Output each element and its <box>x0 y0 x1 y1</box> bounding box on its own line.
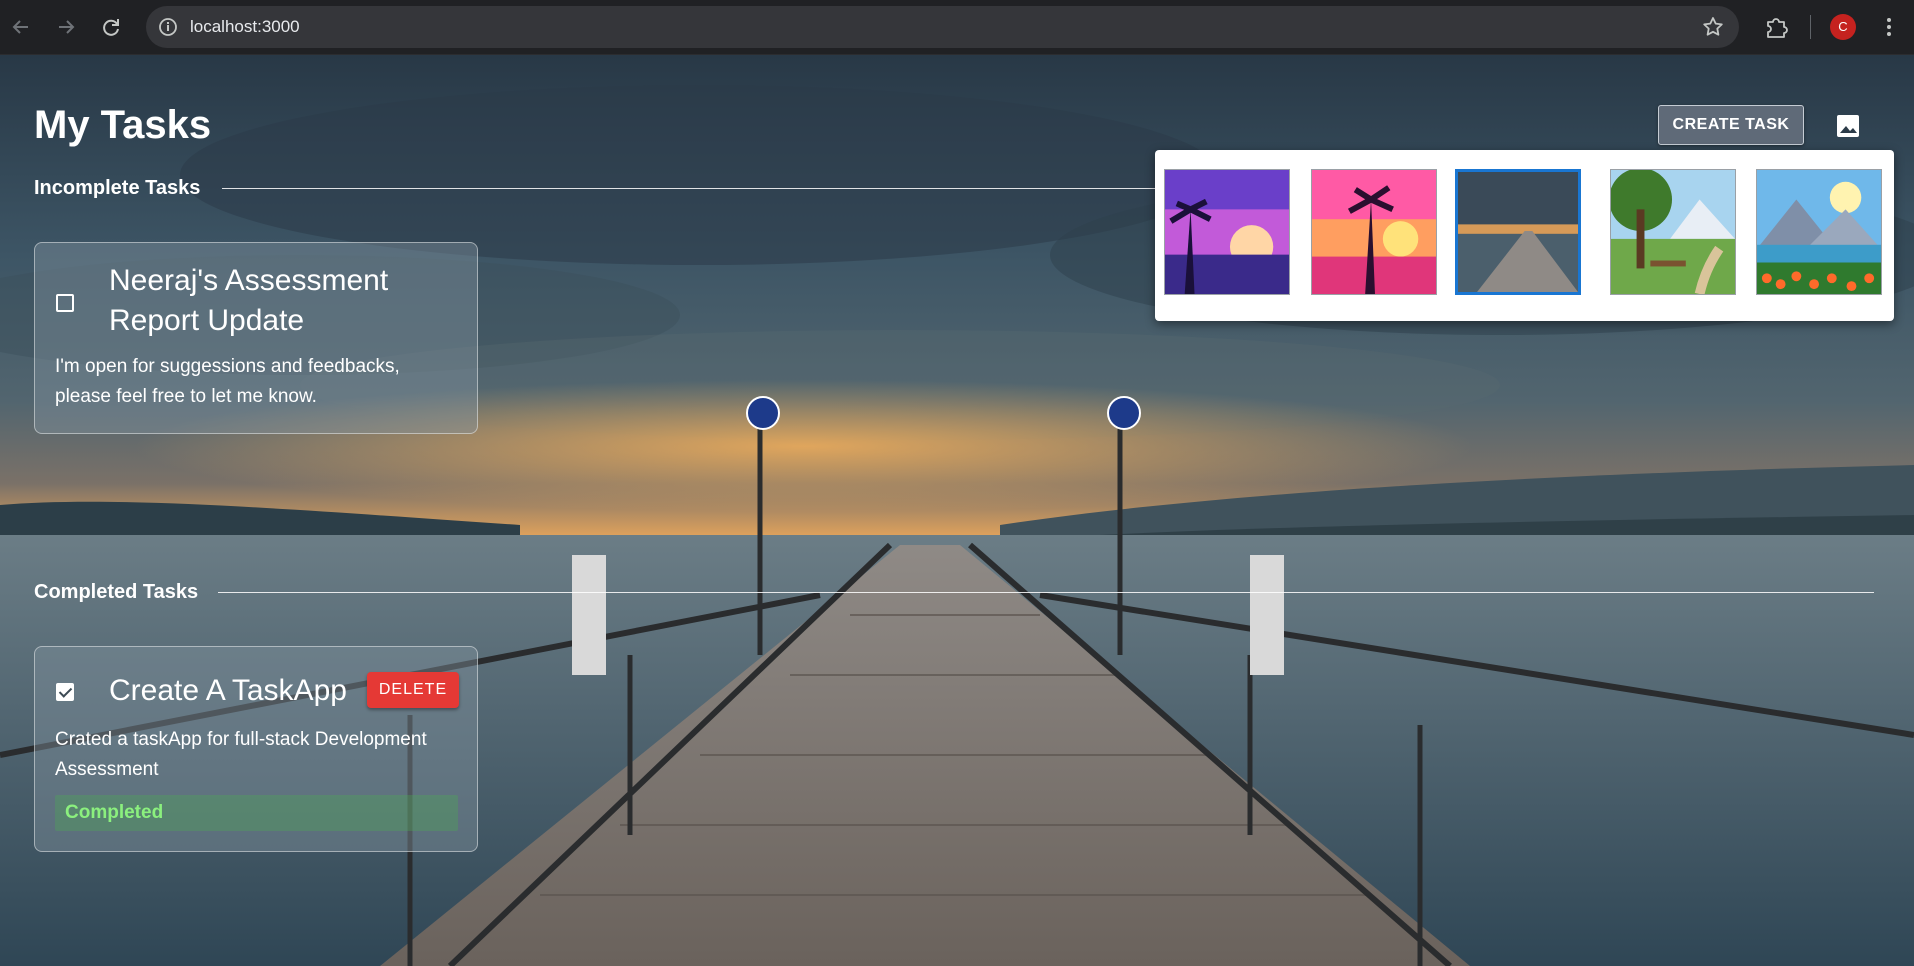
image-icon[interactable] <box>1832 110 1864 142</box>
delete-button[interactable]: DELETE <box>367 672 459 708</box>
page-title: My Tasks <box>34 103 212 147</box>
section-title: Incomplete Tasks <box>34 177 201 199</box>
forward-icon[interactable] <box>51 12 81 42</box>
background-option-purple-palm-sunset[interactable] <box>1164 169 1290 295</box>
task-checkbox[interactable] <box>56 294 74 312</box>
task-card: Create A TaskApp DELETE Crated a taskApp… <box>34 646 478 852</box>
task-title: Create A TaskApp <box>109 674 347 707</box>
address-bar[interactable]: localhost:3000 <box>146 6 1739 48</box>
background-picker <box>1155 150 1894 321</box>
status-badge: Completed <box>55 795 458 831</box>
profile-avatar[interactable]: C <box>1830 14 1856 40</box>
extensions-icon[interactable] <box>1760 11 1792 43</box>
back-icon[interactable] <box>6 12 36 42</box>
background-option-mountain-lake-flowers[interactable] <box>1756 169 1882 295</box>
completed-section-header: Completed Tasks <box>34 580 1874 604</box>
divider <box>218 592 1874 593</box>
section-title: Completed Tasks <box>34 581 199 603</box>
reload-icon[interactable] <box>96 12 126 42</box>
create-task-button[interactable]: CREATE TASK <box>1658 105 1804 145</box>
bookmark-star-icon[interactable] <box>1699 13 1727 41</box>
task-card: Neeraj's Assessment Report Update I'm op… <box>34 242 478 434</box>
url-text[interactable]: localhost:3000 <box>190 6 300 48</box>
task-title: Neeraj's Assessment Report Update <box>109 264 389 337</box>
task-checkbox[interactable] <box>56 683 74 701</box>
task-description: I'm open for suggessions and feedbacks, … <box>55 356 400 407</box>
browser-toolbar: localhost:3000 C <box>0 0 1914 55</box>
background-option-pink-palm-sunset[interactable] <box>1311 169 1437 295</box>
site-info-icon[interactable] <box>154 13 182 41</box>
background-option-forest-bench-path[interactable] <box>1610 169 1736 295</box>
task-description: Crated a taskApp for full-stack Developm… <box>55 729 427 780</box>
background-option-pier-lake-dusk[interactable] <box>1455 169 1581 295</box>
toolbar-divider <box>1810 15 1811 39</box>
browser-menu-icon[interactable] <box>1874 12 1904 42</box>
